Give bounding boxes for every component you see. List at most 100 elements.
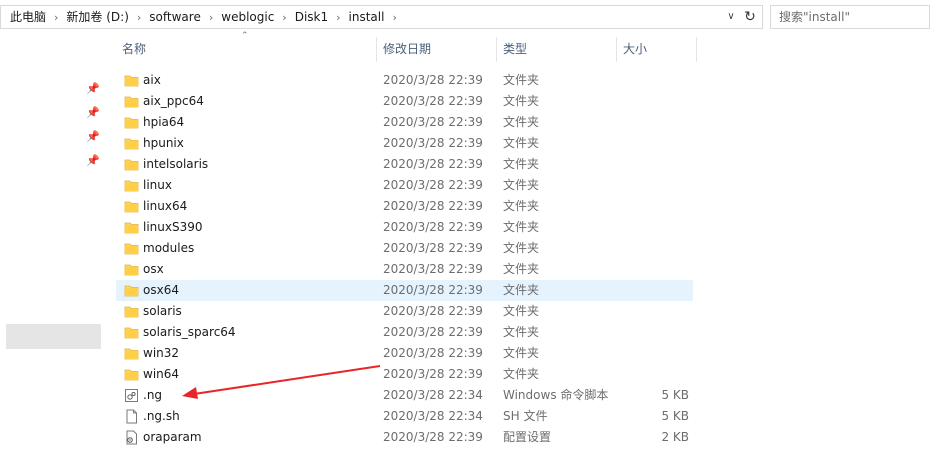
folder-icon — [124, 178, 139, 193]
file-row[interactable]: hpia64 2020/3/28 22:39 文件夹 — [116, 112, 693, 133]
file-type: 文件夹 — [503, 199, 540, 213]
folder-icon — [124, 367, 139, 382]
file-type: SH 文件 — [503, 409, 548, 423]
column-header-date[interactable]: 修改日期 — [383, 37, 493, 62]
refresh-icon[interactable]: ↻ — [742, 8, 758, 26]
folder-icon — [124, 199, 139, 214]
file-row[interactable]: linuxS390 2020/3/28 22:39 文件夹 — [116, 217, 693, 238]
file-date: 2020/3/28 22:34 — [383, 409, 483, 423]
file-row[interactable]: hpunix 2020/3/28 22:39 文件夹 — [116, 133, 693, 154]
chevron-right-icon[interactable]: › — [278, 11, 290, 24]
file-date: 2020/3/28 22:39 — [383, 115, 483, 129]
file-row[interactable]: solaris 2020/3/28 22:39 文件夹 — [116, 301, 693, 322]
file-type: 文件夹 — [503, 283, 540, 297]
file-name: win32 — [143, 346, 180, 360]
chevron-right-icon[interactable]: › — [50, 11, 62, 24]
file-row[interactable]: osx64 2020/3/28 22:39 文件夹 — [116, 280, 693, 301]
folder-icon — [124, 73, 139, 88]
file-row[interactable]: intelsolaris 2020/3/28 22:39 文件夹 — [116, 154, 693, 175]
folder-icon — [124, 136, 139, 151]
chevron-right-icon[interactable]: › — [388, 11, 400, 24]
pin-icon[interactable]: 📌 — [86, 155, 100, 167]
chevron-down-icon[interactable]: ∨ — [724, 9, 738, 25]
file-name: solaris — [143, 304, 182, 318]
breadcrumb-item-drive[interactable]: 新加卷 (D:) — [62, 6, 132, 28]
file-name: linux — [143, 178, 172, 192]
address-bar[interactable]: 此电脑 › 新加卷 (D:) › software › weblogic › D… — [0, 5, 763, 29]
folder-icon — [124, 241, 139, 256]
file-size: 5 KB — [661, 388, 689, 402]
file-row[interactable]: oraparam 2020/3/28 22:39 配置设置 2 KB — [116, 427, 693, 448]
file-name: win64 — [143, 367, 180, 381]
file-name: solaris_sparc64 — [143, 325, 236, 339]
file-date: 2020/3/28 22:39 — [383, 304, 483, 318]
column-header-type[interactable]: 类型 — [503, 37, 613, 62]
file-date: 2020/3/28 22:39 — [383, 346, 483, 360]
folder-icon — [124, 94, 139, 109]
folder-icon — [124, 262, 139, 277]
file-date: 2020/3/28 22:39 — [383, 325, 483, 339]
file-row[interactable]: solaris_sparc64 2020/3/28 22:39 文件夹 — [116, 322, 693, 343]
file-name: linux64 — [143, 199, 188, 213]
file-name: osx — [143, 262, 164, 276]
file-date: 2020/3/28 22:39 — [383, 157, 483, 171]
file-date: 2020/3/28 22:39 — [383, 430, 483, 444]
chevron-right-icon[interactable]: › — [205, 11, 217, 24]
folder-icon — [124, 283, 139, 298]
search-input[interactable] — [771, 6, 929, 28]
column-header-name[interactable]: 名称 — [122, 37, 372, 62]
breadcrumb-item-this-pc[interactable]: 此电脑 — [6, 6, 50, 28]
file-name: oraparam — [143, 430, 202, 444]
file-name: modules — [143, 241, 195, 255]
file-row[interactable]: linux64 2020/3/28 22:39 文件夹 — [116, 196, 693, 217]
breadcrumb-item-install[interactable]: install — [345, 6, 389, 28]
chevron-right-icon[interactable]: › — [133, 11, 145, 24]
file-row[interactable]: linux 2020/3/28 22:39 文件夹 — [116, 175, 693, 196]
chevron-right-icon[interactable]: › — [332, 11, 344, 24]
folder-icon — [124, 346, 139, 361]
file-row[interactable]: aix_ppc64 2020/3/28 22:39 文件夹 — [116, 91, 693, 112]
column-divider[interactable] — [616, 37, 617, 62]
file-name: aix_ppc64 — [143, 94, 204, 108]
file-name: .ng — [143, 388, 163, 402]
folder-icon — [124, 304, 139, 319]
column-divider[interactable] — [496, 37, 497, 62]
file-date: 2020/3/28 22:39 — [383, 262, 483, 276]
file-row[interactable]: aix 2020/3/28 22:39 文件夹 — [116, 70, 693, 91]
file-row[interactable]: win32 2020/3/28 22:39 文件夹 — [116, 343, 693, 364]
file-type: 配置设置 — [503, 430, 552, 444]
breadcrumb-item-software[interactable]: software — [145, 6, 205, 28]
pin-icon[interactable]: 📌 — [86, 131, 100, 143]
breadcrumb-item-weblogic[interactable]: weblogic — [217, 6, 278, 28]
breadcrumb-item-disk1[interactable]: Disk1 — [291, 6, 332, 28]
file-date: 2020/3/28 22:39 — [383, 283, 483, 297]
file-type: 文件夹 — [503, 262, 540, 276]
file-type: 文件夹 — [503, 157, 540, 171]
file-icon — [124, 409, 139, 424]
column-header-size[interactable]: 大小 — [623, 37, 693, 62]
file-row[interactable]: osx 2020/3/28 22:39 文件夹 — [116, 259, 693, 280]
column-divider[interactable] — [376, 37, 377, 62]
file-row[interactable]: modules 2020/3/28 22:39 文件夹 — [116, 238, 693, 259]
folder-icon — [124, 220, 139, 235]
folder-icon — [124, 325, 139, 340]
settings-file-icon — [124, 430, 139, 445]
file-date: 2020/3/28 22:39 — [383, 136, 483, 150]
breadcrumb: 此电脑 › 新加卷 (D:) › software › weblogic › D… — [6, 6, 401, 28]
file-row[interactable]: .ng.sh 2020/3/28 22:34 SH 文件 5 KB — [116, 406, 693, 427]
file-size: 2 KB — [661, 430, 689, 444]
file-date: 2020/3/28 22:39 — [383, 241, 483, 255]
pin-icon[interactable]: 📌 — [86, 107, 100, 119]
nav-pane-selected-item[interactable] — [6, 324, 101, 349]
file-date: 2020/3/28 22:39 — [383, 94, 483, 108]
folder-icon — [124, 157, 139, 172]
pin-icon[interactable]: 📌 — [86, 83, 100, 95]
file-type: 文件夹 — [503, 346, 540, 360]
search-box[interactable] — [770, 5, 930, 29]
file-date: 2020/3/28 22:39 — [383, 220, 483, 234]
file-name: hpia64 — [143, 115, 185, 129]
file-date: 2020/3/28 22:39 — [383, 367, 483, 381]
file-type: 文件夹 — [503, 73, 540, 87]
column-divider[interactable] — [696, 37, 697, 62]
folder-icon — [124, 115, 139, 130]
